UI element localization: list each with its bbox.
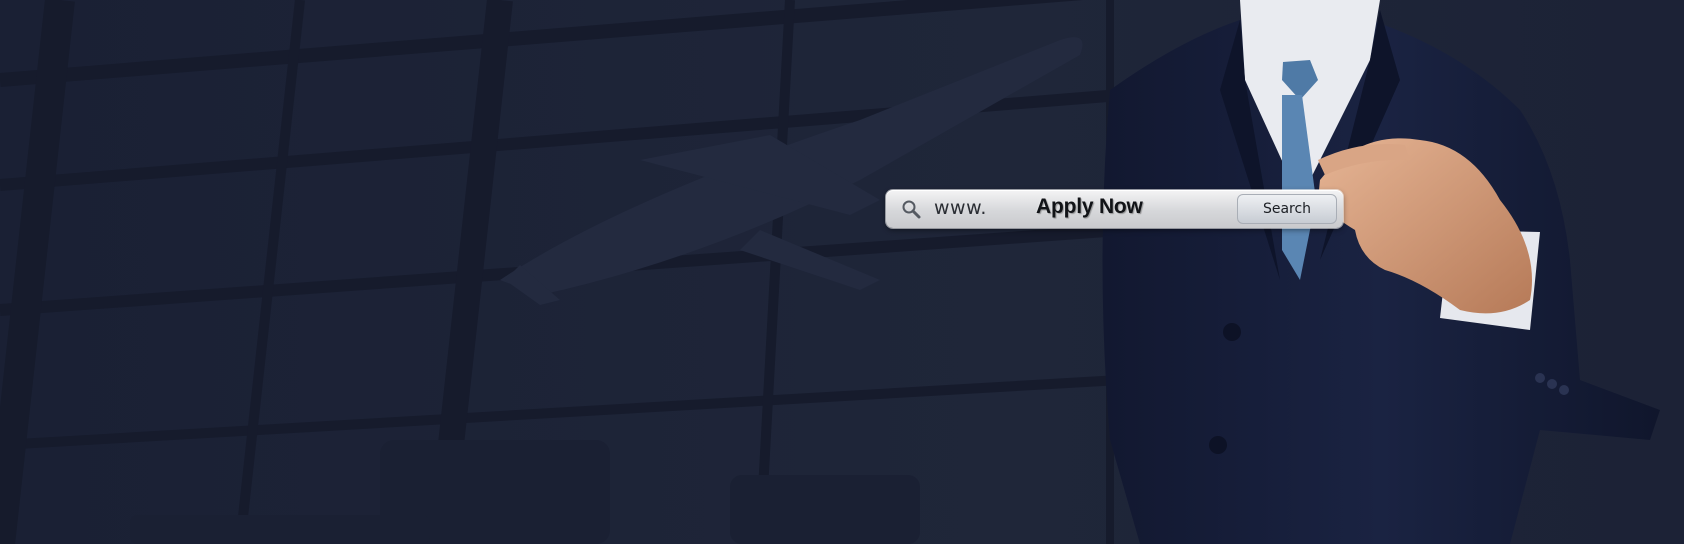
search-button[interactable]: Search <box>1237 194 1337 224</box>
search-query-text[interactable]: Apply Now <box>1036 195 1143 219</box>
background-scene <box>0 0 1684 544</box>
search-bar[interactable]: www. Apply Now Search <box>886 190 1343 228</box>
search-icon <box>900 198 922 220</box>
url-prefix: www. <box>934 197 987 219</box>
